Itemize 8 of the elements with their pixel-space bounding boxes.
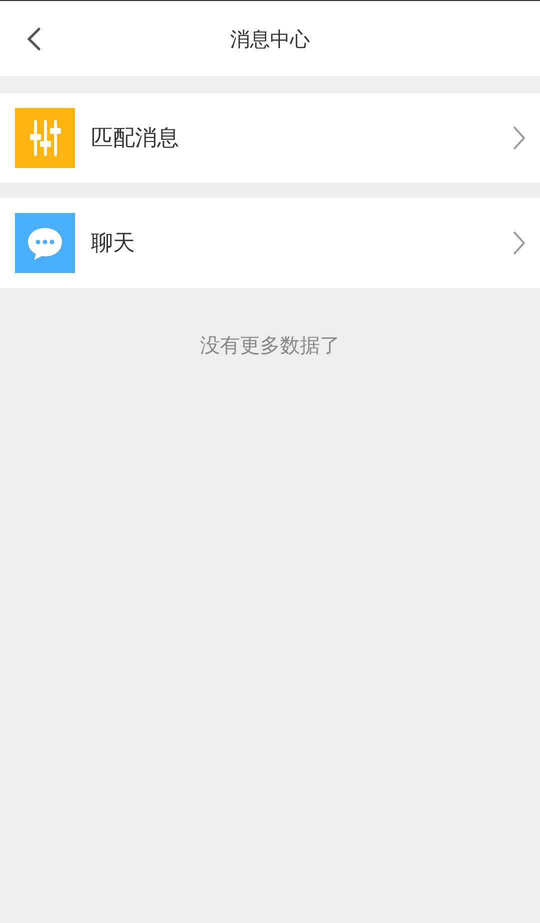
page-title: 消息中心 — [230, 26, 310, 52]
menu-row[interactable]: 匹配消息 — [0, 93, 540, 183]
no-more-data-text: 没有更多数据了 — [200, 332, 340, 359]
chevron-icon — [512, 230, 526, 256]
chevron-icon — [512, 125, 526, 151]
row-label: 聊天 — [91, 230, 136, 258]
row-label: 匹配消息 — [91, 124, 180, 152]
menu-row[interactable]: 聊天 — [0, 198, 540, 288]
